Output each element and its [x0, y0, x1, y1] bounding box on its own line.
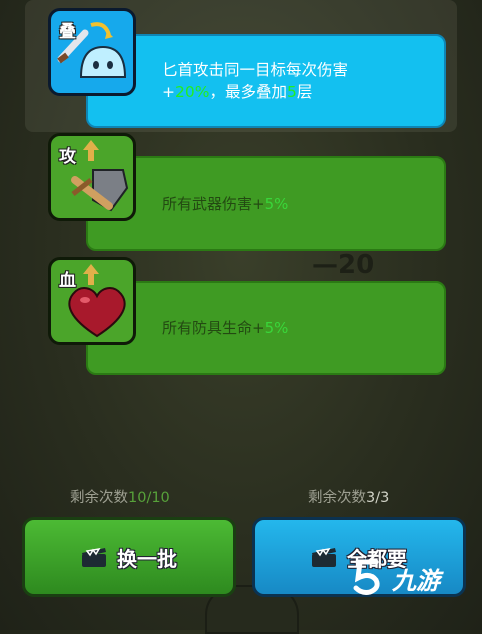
clapperboard-icon	[82, 547, 106, 567]
skill-card-panel: 匕首攻击同一目标每次伤害 +20%，最多叠加5层	[86, 34, 446, 128]
refresh-remaining-counter: 剩余次数10/10	[70, 490, 170, 506]
skill-card-panel: 所有武器伤害+5%	[86, 156, 446, 251]
jiuyou-logo-icon	[353, 559, 380, 595]
dagger-slime-icon: 叠	[48, 8, 136, 96]
card-tag-health: 血	[59, 271, 76, 291]
skill-desc-line1: 匕首攻击同一目标每次伤害	[162, 61, 349, 79]
skill-desc-line2: +20%，最多叠加5层	[162, 83, 313, 101]
watermark-text: 九游	[392, 566, 440, 595]
card-tag-stack: 叠	[59, 22, 76, 42]
refresh-button[interactable]: 换一批	[22, 517, 236, 597]
card-tag-attack: 攻	[59, 147, 76, 167]
skill-card-armor-hp[interactable]: 所有防具生命+5% 血	[48, 257, 446, 375]
skill-stack-count: 5	[286, 83, 297, 101]
skill-card-weapon-damage[interactable]: 所有武器伤害+5% 攻	[48, 133, 446, 251]
clapperboard-icon	[312, 547, 336, 567]
skill-bonus-value: 5%	[264, 319, 289, 337]
jiuyou-watermark: 九游	[350, 555, 475, 601]
skill-card-panel: 所有防具生命+5%	[86, 281, 446, 375]
sword-shield-icon: 攻	[48, 133, 136, 221]
skill-card-dagger-stack[interactable]: 匕首攻击同一目标每次伤害 +20%，最多叠加5层 叠	[48, 8, 446, 128]
heart-icon: 血	[48, 257, 136, 345]
skill-bonus-value: 5%	[264, 194, 289, 213]
take-all-remaining-counter: 剩余次数3/3	[308, 490, 390, 506]
refresh-button-label: 换一批	[117, 546, 177, 571]
skill-bonus-value: 20%	[175, 83, 210, 101]
